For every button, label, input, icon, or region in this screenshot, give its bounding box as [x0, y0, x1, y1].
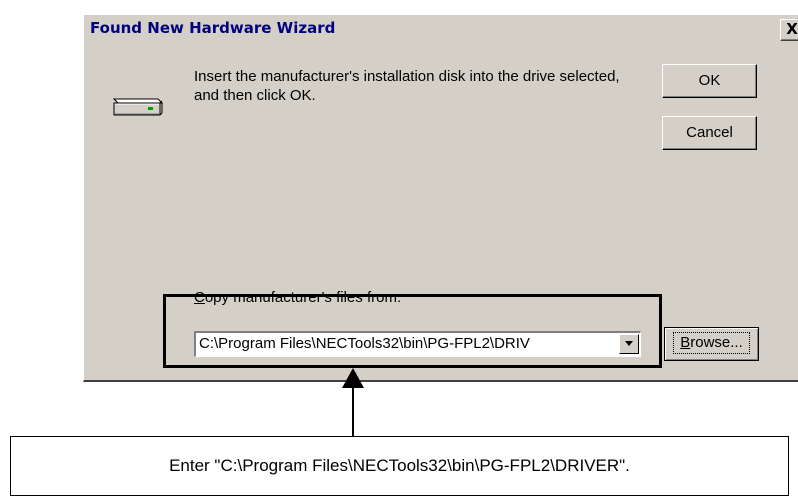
dialog-title: Found New Hardware Wizard — [90, 19, 336, 37]
highlight-box — [163, 294, 662, 368]
browse-label: Browse... — [673, 332, 750, 354]
instruction-message: Insert the manufacturer's installation d… — [194, 68, 620, 104]
callout-text: Enter "C:\Program Files\NECTools32\bin\P… — [169, 456, 630, 475]
close-icon: X — [786, 20, 798, 38]
browse-button[interactable]: Browse... — [664, 327, 759, 361]
browse-label-mnemonic: B — [680, 334, 691, 351]
drive-icon — [112, 98, 164, 116]
callout-box: Enter "C:\Program Files\NECTools32\bin\P… — [10, 436, 789, 496]
cancel-button[interactable]: Cancel — [662, 116, 757, 150]
ok-button[interactable]: OK — [662, 64, 757, 98]
browse-label-text: rowse... — [690, 334, 743, 351]
close-button[interactable]: X — [780, 19, 798, 41]
title-bar: Found New Hardware Wizard X — [84, 15, 798, 42]
callout-arrow-icon — [342, 368, 364, 438]
